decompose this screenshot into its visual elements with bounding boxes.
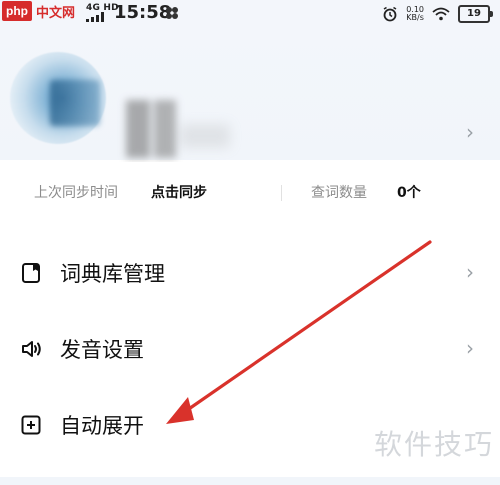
bottom-bar xyxy=(0,477,500,485)
clock: 15:58 xyxy=(114,2,172,23)
last-sync-label: 上次同步时间 xyxy=(34,185,118,201)
watermark-text: 软件技巧 xyxy=(373,428,494,461)
speaker-icon xyxy=(22,341,41,357)
network-speed-unit: KB/s xyxy=(406,13,424,22)
menu-label: 发音设置 xyxy=(60,338,144,362)
watermark-logo: php 中文网 xyxy=(0,0,75,22)
avatar-image xyxy=(50,80,100,126)
lookup-count-label: 查词数量 xyxy=(311,185,367,201)
chevron-right-icon: › xyxy=(466,260,474,284)
wifi-icon xyxy=(432,7,450,21)
network-speed: 0.10 KB/s xyxy=(406,6,424,22)
pinwheel-icon xyxy=(166,7,178,19)
status-bar: php 中文网 4G HD 15:58 0.10 KB/s 19 xyxy=(0,0,500,28)
menu-label: 自动展开 xyxy=(60,414,144,438)
divider xyxy=(281,185,282,201)
menu-item-pronunciation-settings[interactable]: 发音设置 › xyxy=(0,312,500,388)
battery-level: 19 xyxy=(467,8,481,19)
chevron-right-icon: › xyxy=(466,120,474,144)
signal-icon xyxy=(86,12,110,22)
menu-label: 词典库管理 xyxy=(60,262,165,286)
sync-now-button[interactable]: 点击同步 xyxy=(151,184,207,202)
book-icon xyxy=(22,263,40,283)
expand-icon xyxy=(21,415,41,435)
menu-item-dictionary-management[interactable]: 词典库管理 › xyxy=(0,236,500,312)
lookup-count-value: 0个 xyxy=(397,185,421,201)
battery-icon: 19 xyxy=(458,5,493,23)
sync-info-row: 上次同步时间 点击同步 查词数量 0个 xyxy=(0,162,500,224)
watermark-badge: php xyxy=(2,1,32,21)
username-blurred xyxy=(120,100,182,158)
chevron-right-icon: › xyxy=(466,336,474,360)
profile-header[interactable]: › xyxy=(0,28,500,160)
alarm-icon xyxy=(383,6,397,22)
username-blurred-tail xyxy=(180,124,230,148)
watermark-logo-text: 中文网 xyxy=(36,5,76,21)
status-right: 0.10 KB/s 19 xyxy=(382,4,493,24)
